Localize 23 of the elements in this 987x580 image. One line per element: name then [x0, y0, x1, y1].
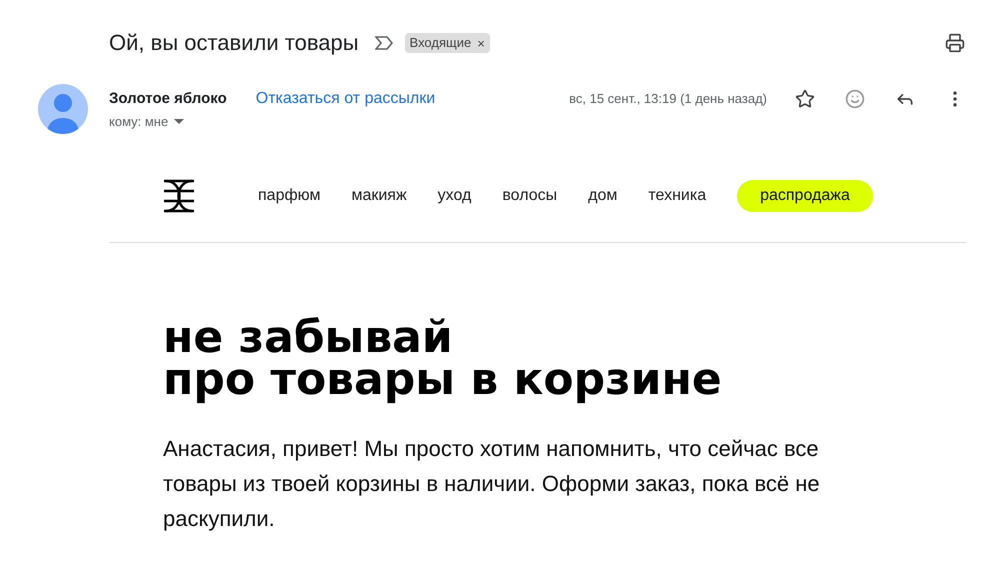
- remove-label-button[interactable]: ×: [477, 36, 485, 50]
- importance-icon[interactable]: [374, 36, 393, 50]
- nav-link[interactable]: парфюм: [258, 184, 320, 208]
- unsubscribe-link[interactable]: Отказаться от рассылки: [256, 87, 436, 111]
- avatar: [38, 84, 88, 134]
- recipient-text: кому: мне: [109, 113, 168, 131]
- sender-name: Золотое яблоко: [109, 88, 227, 109]
- email-subject: Ой, вы оставили товары: [109, 29, 359, 57]
- nav-link[interactable]: дом: [588, 184, 618, 208]
- promo-text: Анастасия, привет! Мы просто хотим напомнить, что сейчас все товары из твоей корзины в наличии. Оформи заказ, пока всё не раскупили.: [163, 435, 821, 533]
- brand-logo: [163, 179, 195, 213]
- nav-link[interactable]: техника: [648, 184, 706, 208]
- print-icon[interactable]: [945, 33, 965, 53]
- label-text: Входящие: [410, 34, 472, 52]
- nav-link[interactable]: уход: [438, 184, 472, 208]
- star-icon[interactable]: [795, 89, 815, 109]
- sale-nav-link[interactable]: распродажа: [737, 180, 873, 212]
- promo-heading: не забывай про товары в корзине: [163, 317, 723, 401]
- nav-link[interactable]: макияж: [351, 184, 407, 208]
- emoji-icon[interactable]: [845, 89, 865, 109]
- email-date: вс, 15 сент., 13:19 (1 день назад): [569, 90, 767, 108]
- nav-link[interactable]: волосы: [502, 184, 558, 208]
- dropdown-caret-icon[interactable]: [174, 119, 184, 124]
